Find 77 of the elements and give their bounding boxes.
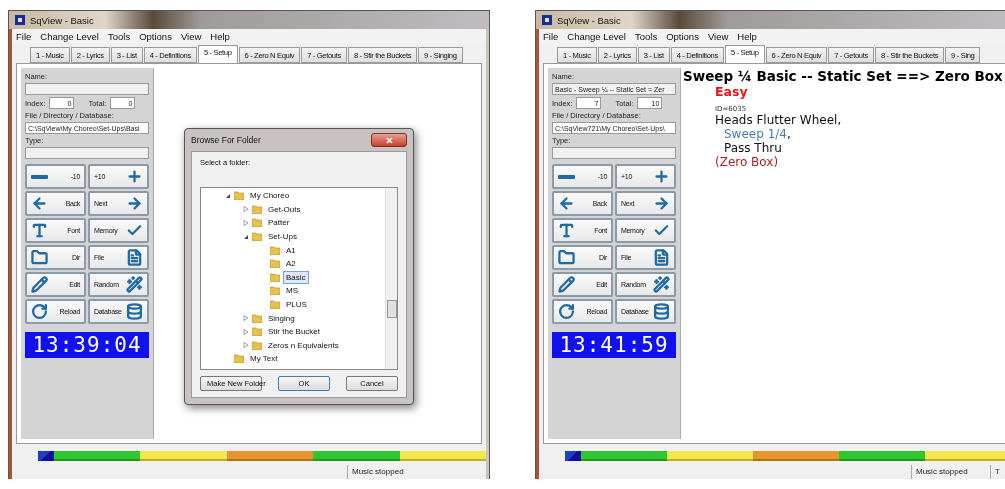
scrollbar[interactable] <box>385 188 397 369</box>
menu-item[interactable]: View <box>180 31 202 42</box>
folder-item[interactable]: Set-Ups <box>265 230 300 244</box>
menu-item[interactable]: View <box>707 31 729 42</box>
app-icon <box>542 15 552 25</box>
clock-display: 13:39:04 <box>25 332 149 358</box>
folder-item[interactable]: Stir the Bucket <box>265 325 324 339</box>
type-field[interactable] <box>25 147 149 159</box>
status-text: Music stopped <box>911 465 990 479</box>
reload-icon <box>558 303 575 320</box>
menu-item[interactable]: Change Level <box>567 31 626 42</box>
name-field[interactable] <box>25 83 149 95</box>
right-arrow-icon <box>653 195 670 212</box>
app-icon <box>15 15 25 25</box>
script-line: Easy <box>714 84 749 99</box>
window-title: SqView - Basic <box>30 14 94 26</box>
document-icon <box>653 249 670 266</box>
database-icon <box>653 303 670 320</box>
menu-item[interactable]: File <box>543 31 559 42</box>
folder-item[interactable]: Basic <box>283 270 309 284</box>
database-icon <box>126 303 143 320</box>
pencil-icon <box>31 276 48 293</box>
font-icon <box>558 222 575 239</box>
timeline-thumb[interactable] <box>38 451 54 461</box>
menu-item[interactable]: Tools <box>634 31 658 42</box>
menu-item[interactable]: Tools <box>107 31 131 42</box>
left-arrow-icon <box>558 195 575 212</box>
menu-item[interactable]: Options <box>139 31 172 42</box>
folder-item[interactable]: My Text <box>247 352 281 366</box>
minus-icon <box>31 174 48 179</box>
expanded-arrow-icon[interactable] <box>225 192 231 199</box>
document-icon <box>126 249 143 266</box>
plus-icon <box>126 168 143 185</box>
status-text: Music stopped <box>347 465 426 479</box>
dialog-title: Browse For Folder <box>191 135 261 145</box>
close-button[interactable] <box>371 133 407 147</box>
status-text: T <box>990 465 1005 479</box>
minus-icon <box>558 174 575 179</box>
timeline-thumb[interactable] <box>565 451 581 461</box>
collapsed-arrow-icon[interactable] <box>243 206 249 213</box>
menu-item[interactable]: Change Level <box>40 31 99 42</box>
menu-item[interactable]: Options <box>666 31 699 42</box>
clock-display: 13:41:59 <box>552 332 676 358</box>
close-icon <box>385 136 393 144</box>
collapsed-arrow-icon[interactable] <box>243 220 249 226</box>
folder-item[interactable]: A1 <box>283 243 299 257</box>
menu-item[interactable]: Help <box>210 31 230 42</box>
window-title: SqView - Basic <box>557 14 621 26</box>
reload-icon <box>31 303 48 320</box>
folder-item[interactable]: PLUS <box>283 298 310 312</box>
right-arrow-icon <box>126 195 143 212</box>
collapsed-arrow-icon[interactable] <box>243 315 249 322</box>
folder-item[interactable]: MS <box>283 284 301 298</box>
script-line: (Zero Box) <box>714 155 780 169</box>
folder-item[interactable]: A2 <box>283 257 299 271</box>
folder-item[interactable]: Patter <box>265 216 293 230</box>
folder-item[interactable]: Zeros n Equivalents <box>265 338 342 352</box>
folder-item[interactable]: My Choreo <box>247 189 293 203</box>
expanded-arrow-icon[interactable] <box>243 233 249 240</box>
folder-icon <box>31 249 48 266</box>
script-line: Sweep 1/4, <box>723 127 792 141</box>
wand-icon <box>126 276 143 293</box>
plus-icon <box>653 168 670 185</box>
script-line: Sweep ¼ Basic -- Static Set ==> Zero Box <box>683 68 1000 84</box>
folder-item[interactable]: Get-Outs <box>265 202 304 216</box>
folder-icon <box>558 249 575 266</box>
pencil-icon <box>558 276 575 293</box>
menu-item[interactable]: Help <box>737 31 757 42</box>
wand-icon <box>653 276 670 293</box>
collapsed-arrow-icon[interactable] <box>243 342 249 349</box>
script-line: Pass Thru <box>723 141 783 155</box>
font-icon <box>31 222 48 239</box>
collapsed-arrow-icon[interactable] <box>243 328 249 335</box>
type-field[interactable] <box>552 147 676 159</box>
folder-item[interactable]: Singing <box>265 311 298 325</box>
script-line: Heads Flutter Wheel, <box>714 113 843 127</box>
menu-item[interactable]: File <box>16 31 32 42</box>
